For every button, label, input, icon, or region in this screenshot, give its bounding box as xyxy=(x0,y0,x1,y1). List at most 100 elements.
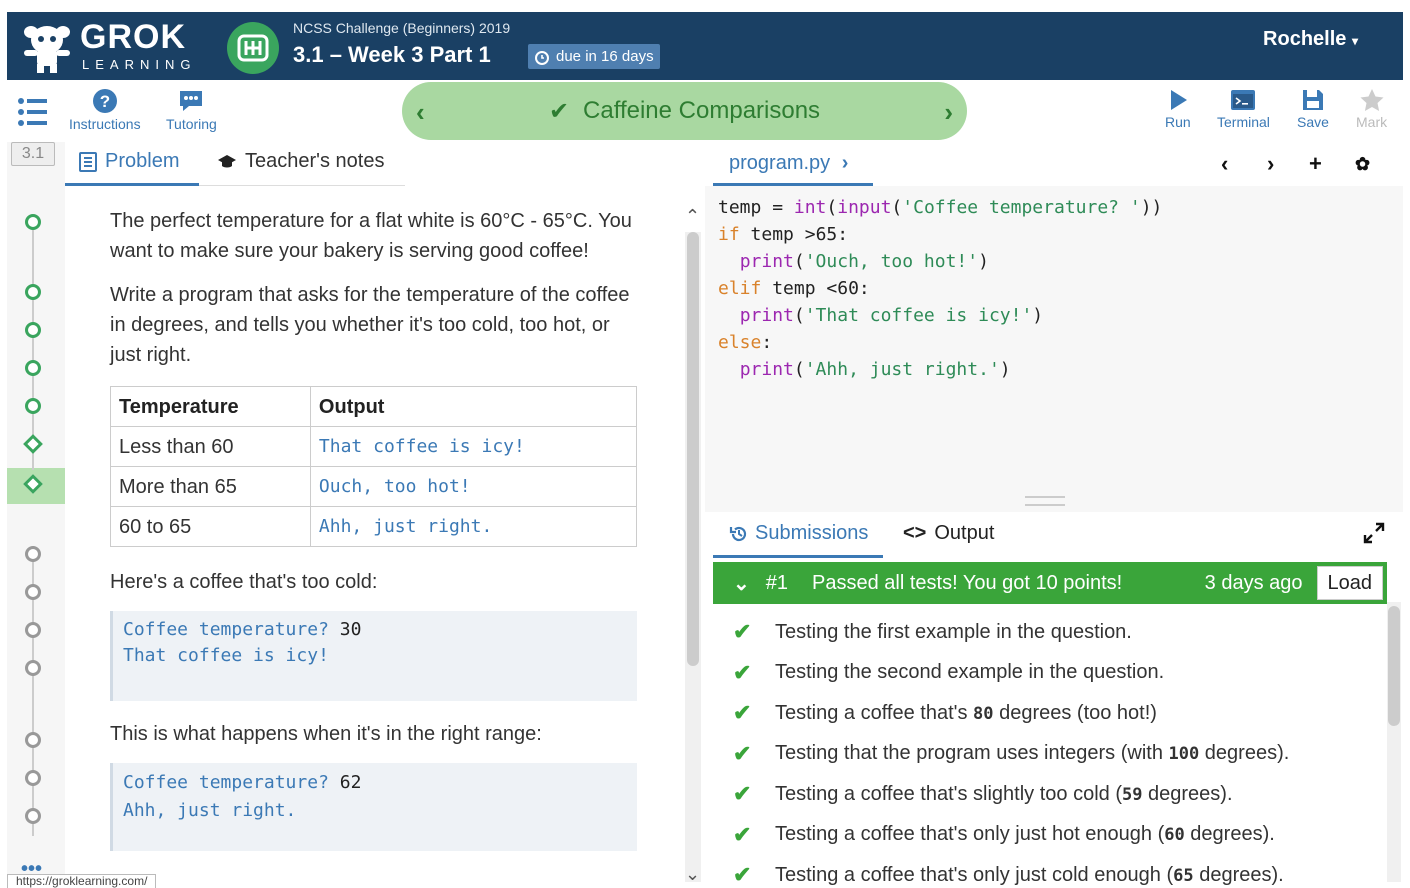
code-builtin: int xyxy=(793,197,827,218)
prev-question-icon[interactable]: ‹ xyxy=(416,97,425,128)
tab-submissions-label: Submissions xyxy=(755,522,869,544)
module-title[interactable]: 3.1 – Week 3 Part 1 xyxy=(293,42,491,68)
active-tab-underline xyxy=(713,183,873,186)
mark-label: Mark xyxy=(1356,114,1388,130)
tab-problem[interactable]: Problem xyxy=(79,150,179,173)
mark-button[interactable]: Mark xyxy=(1356,88,1387,130)
step-incomplete-icon[interactable] xyxy=(25,546,41,562)
test-result-row: ✔ Testing a coffee that's slightly too co… xyxy=(733,774,1383,815)
progress-rail: 3.1 ••• xyxy=(7,142,65,888)
next-question-icon[interactable]: › xyxy=(944,97,953,128)
gear-icon[interactable]: ✿ xyxy=(1355,154,1370,175)
file-tabs: program.py › ‹ › + ✿ xyxy=(705,142,1403,186)
tab-output[interactable]: <> Output xyxy=(903,522,994,545)
instructions-button[interactable]: ? Instructions xyxy=(69,88,141,132)
code-string: 'That coffee is icy!' xyxy=(804,305,1033,326)
problem-paragraph: The perfect temperature for a flat white… xyxy=(110,210,632,262)
file-tab-program[interactable]: program.py › xyxy=(729,152,848,175)
step-complete-icon[interactable] xyxy=(25,360,41,376)
test-result-row: ✔ Testing the second example in the quest… xyxy=(733,653,1383,694)
step-complete-icon[interactable] xyxy=(25,214,41,230)
test-description: Testing a coffee that's only just cold e… xyxy=(775,863,1284,886)
code-token: temp xyxy=(750,224,794,245)
code-token: = xyxy=(761,197,794,218)
question-circle-icon: ? xyxy=(92,89,117,113)
example-prompt: Coffee temperature? xyxy=(123,772,340,793)
code-line[interactable]: print('Ahh, just right.') xyxy=(718,356,1162,383)
code-line[interactable]: print('Ouch, too hot!') xyxy=(718,248,1162,275)
code-line[interactable]: else: xyxy=(718,329,1162,356)
test-results-list: ✔ Testing the first example in the questi… xyxy=(733,612,1383,888)
test-result-row: ✔ Testing a coffee that's 80 degrees (too… xyxy=(733,693,1383,734)
tab-problem-label: Problem xyxy=(105,150,180,172)
check-icon: ✔ xyxy=(548,97,570,125)
check-icon: ✔ xyxy=(733,781,752,807)
submission-result-bar[interactable]: ⌄ #1 Passed all tests! You got 10 points… xyxy=(713,562,1387,604)
due-badge: due in 16 days xyxy=(528,44,660,69)
example-input: 30 xyxy=(339,619,362,640)
code-token: ( xyxy=(826,197,838,218)
step-complete-icon[interactable] xyxy=(25,284,41,300)
step-complete-icon[interactable] xyxy=(25,322,41,338)
tab-submissions[interactable]: Submissions xyxy=(729,522,868,545)
code-token: : xyxy=(761,332,773,353)
step-complete-icon[interactable] xyxy=(25,398,41,414)
app-header: GROK LEARNING NCSS Challenge (Beginners)… xyxy=(7,12,1403,80)
code-line[interactable]: elif temp <60: xyxy=(718,275,1162,302)
file-name: program.py xyxy=(729,152,831,174)
user-menu[interactable]: Rochelle ▾ xyxy=(1263,28,1358,51)
check-icon: ✔ xyxy=(733,740,752,766)
code-line[interactable]: if temp >65: xyxy=(718,221,1162,248)
scrollbar-thumb[interactable] xyxy=(687,232,699,666)
add-file-icon[interactable]: + xyxy=(1309,151,1322,177)
menu-list-icon[interactable] xyxy=(17,96,49,133)
terminal-label: Terminal xyxy=(1217,114,1270,130)
example-intro: Here's a coffee that's too cold: xyxy=(110,571,378,593)
course-name[interactable]: NCSS Challenge (Beginners) 2019 xyxy=(293,20,510,36)
scrollbar[interactable] xyxy=(1387,602,1401,882)
question-complete-icon[interactable] xyxy=(23,434,43,454)
code-builtin: print xyxy=(739,305,794,326)
scroll-down-icon[interactable]: ⌄ xyxy=(685,864,700,885)
step-incomplete-icon[interactable] xyxy=(25,584,41,600)
check-icon: ✔ xyxy=(733,700,752,726)
graduation-cap-icon xyxy=(218,154,236,167)
chat-icon xyxy=(180,91,203,111)
code-token: ) xyxy=(999,359,1011,380)
code-token: >65: xyxy=(793,224,849,245)
chevron-right-icon[interactable]: › xyxy=(1267,151,1274,177)
check-icon: ✔ xyxy=(733,619,752,645)
code-editor[interactable]: temp = int(input('Coffee temperature? ')… xyxy=(718,194,1162,383)
step-incomplete-icon[interactable] xyxy=(25,660,41,676)
save-button[interactable]: Save xyxy=(1297,88,1329,130)
step-incomplete-icon[interactable] xyxy=(25,732,41,748)
step-incomplete-icon[interactable] xyxy=(25,622,41,638)
expand-icon[interactable] xyxy=(1363,522,1385,544)
code-line[interactable]: temp = int(input('Coffee temperature? ')… xyxy=(718,194,1162,221)
run-button[interactable]: Run xyxy=(1165,88,1191,130)
load-button[interactable]: Load xyxy=(1316,566,1383,600)
scrollbar[interactable] xyxy=(685,232,701,882)
step-incomplete-icon[interactable] xyxy=(25,770,41,786)
code-keyword: elif xyxy=(718,278,762,299)
grok-mascot-logo[interactable] xyxy=(19,20,75,74)
resize-handle[interactable] xyxy=(1025,496,1065,506)
code-builtin: print xyxy=(739,359,794,380)
instructions-label: Instructions xyxy=(69,116,141,132)
terminal-button[interactable]: Terminal xyxy=(1217,88,1270,130)
tab-teachers-notes[interactable]: Teacher's notes xyxy=(217,150,384,173)
code-line[interactable]: print('That coffee is icy!') xyxy=(718,302,1162,329)
step-incomplete-icon[interactable] xyxy=(25,808,41,824)
scrollbar-thumb[interactable] xyxy=(1388,606,1400,726)
chevron-left-icon[interactable]: ‹ xyxy=(1221,151,1228,177)
scroll-up-icon[interactable]: ⌃ xyxy=(685,206,700,227)
code-token: ( xyxy=(793,305,805,326)
code-keyword: else xyxy=(718,332,762,353)
table-cell: Ahh, just right. xyxy=(309,506,638,547)
test-description: Testing a coffee that's slightly too col… xyxy=(775,782,1233,805)
example-intro: This is what happens when it's in the ri… xyxy=(110,723,542,745)
code-token: temp xyxy=(772,278,816,299)
tutoring-button[interactable]: Tutoring xyxy=(166,88,217,132)
